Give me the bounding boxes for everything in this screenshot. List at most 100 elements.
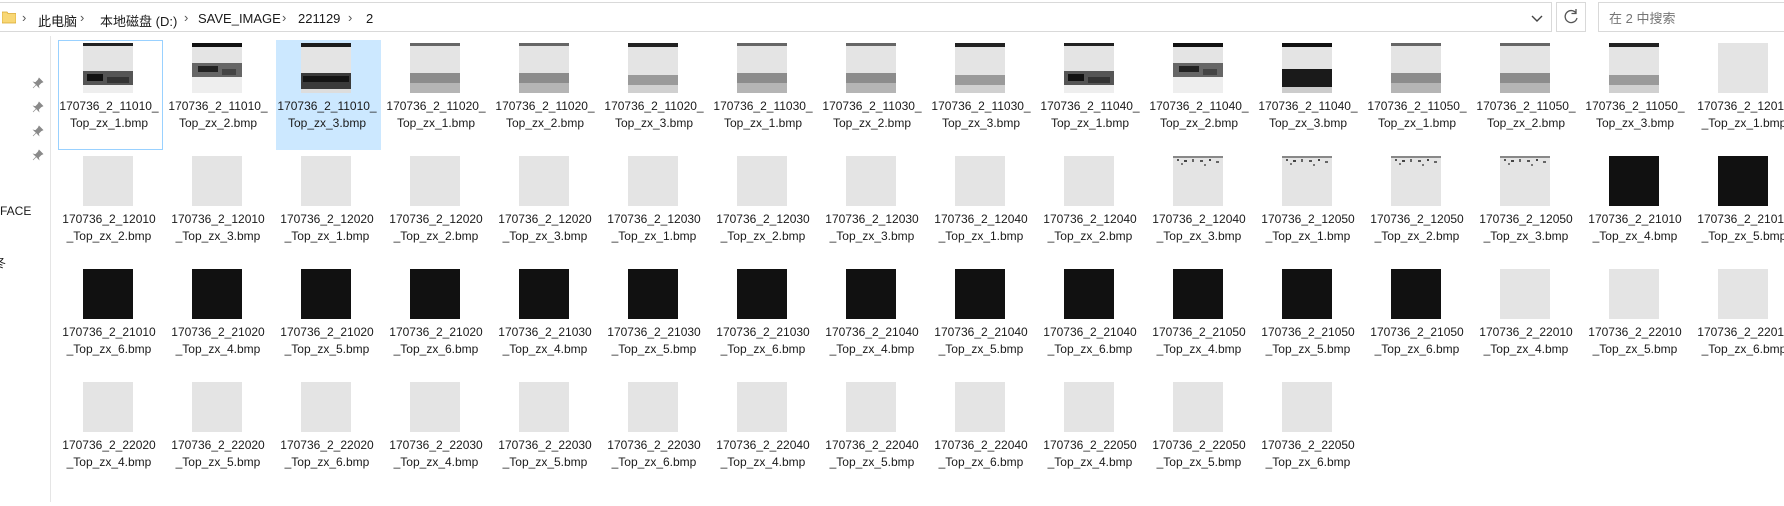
- pin-icon: [32, 100, 44, 113]
- file-item[interactable]: 170736_2_12050_Top_zx_3.bmp: [1475, 153, 1580, 263]
- file-item[interactable]: 170736_2_12040_Top_zx_3.bmp: [1148, 153, 1253, 263]
- file-name: 170736_2_22040_Top_zx_4.bmp: [716, 438, 810, 469]
- file-item[interactable]: 170736_2_22020_Top_zx_4.bmp: [58, 379, 163, 489]
- breadcrumb-separator-icon[interactable]: ›: [80, 10, 84, 25]
- file-item[interactable]: 170736_2_12040_Top_zx_1.bmp: [930, 153, 1035, 263]
- file-item[interactable]: 170736_2_12030_Top_zx_3.bmp: [821, 153, 926, 263]
- breadcrumb-current-folder[interactable]: 2: [366, 11, 373, 26]
- file-item[interactable]: 170736_2_21040_Top_zx_5.bmp: [930, 266, 1035, 376]
- file-thumbnail: [1173, 156, 1223, 206]
- pane-divider[interactable]: [50, 36, 51, 502]
- file-item[interactable]: 170736_2_21050_Top_zx_5.bmp: [1257, 266, 1362, 376]
- file-item[interactable]: 170736_2_21040_Top_zx_6.bmp: [1039, 266, 1144, 376]
- file-item[interactable]: 170736_2_11010_Top_zx_1.bmp: [58, 40, 163, 150]
- file-item[interactable]: 170736_2_11020_Top_zx_3.bmp: [603, 40, 708, 150]
- refresh-button[interactable]: [1556, 2, 1586, 32]
- file-thumbnail: [737, 382, 787, 432]
- file-thumbnail: [1609, 156, 1659, 206]
- file-name: 170736_2_11020_Top_zx_2.bmp: [495, 99, 595, 130]
- file-item[interactable]: 170736_2_11040_Top_zx_1.bmp: [1039, 40, 1144, 150]
- file-thumbnail: [737, 269, 787, 319]
- file-thumbnail: [1282, 382, 1332, 432]
- search-input[interactable]: [1607, 3, 1784, 33]
- file-name: 170736_2_11020_Top_zx_3.bmp: [604, 99, 704, 130]
- file-thumbnail: [192, 156, 242, 206]
- file-item[interactable]: 170736_2_22030_Top_zx_6.bmp: [603, 379, 708, 489]
- file-name: 170736_2_12020_Top_zx_2.bmp: [389, 212, 483, 243]
- file-item[interactable]: 170736_2_11040_Top_zx_3.bmp: [1257, 40, 1362, 150]
- file-item[interactable]: 170736_2_22020_Top_zx_6.bmp: [276, 379, 381, 489]
- file-item[interactable]: 170736_2_11030_Top_zx_1.bmp: [712, 40, 817, 150]
- navigation-pane: FACE 冬: [0, 36, 50, 502]
- file-item[interactable]: 170736_2_21020_Top_zx_4.bmp: [167, 266, 272, 376]
- chevron-down-icon[interactable]: [1528, 9, 1546, 27]
- file-item[interactable]: 170736_2_22030_Top_zx_4.bmp: [385, 379, 490, 489]
- breadcrumb-separator-icon[interactable]: ›: [22, 10, 26, 25]
- address-toolbar: › 此电脑 › 本地磁盘 (D:) › SAVE_IMAGE › 221129 …: [0, 0, 1784, 34]
- file-name: 170736_2_21010_Top_zx_5.bmp: [1697, 212, 1784, 243]
- file-item[interactable]: 170736_2_12020_Top_zx_3.bmp: [494, 153, 599, 263]
- file-thumbnail: [628, 43, 678, 93]
- address-bar[interactable]: › 此电脑 › 本地磁盘 (D:) › SAVE_IMAGE › 221129 …: [0, 2, 1552, 32]
- file-item[interactable]: 170736_2_12020_Top_zx_1.bmp: [276, 153, 381, 263]
- file-name: 170736_2_12050_Top_zx_2.bmp: [1370, 212, 1464, 243]
- file-item[interactable]: 170736_2_22050_Top_zx_4.bmp: [1039, 379, 1144, 489]
- file-item[interactable]: 170736_2_12010_Top_zx_2.bmp: [58, 153, 163, 263]
- file-item[interactable]: 170736_2_22010_Top_zx_4.bmp: [1475, 266, 1580, 376]
- file-item[interactable]: 170736_2_22010_Top_zx_6.bmp: [1693, 266, 1784, 376]
- file-item[interactable]: 170736_2_22050_Top_zx_6.bmp: [1257, 379, 1362, 489]
- breadcrumb-221129[interactable]: 221129: [298, 11, 340, 26]
- file-thumbnail: [1609, 43, 1659, 93]
- file-item[interactable]: 170736_2_22030_Top_zx_5.bmp: [494, 379, 599, 489]
- file-item[interactable]: 170736_2_11020_Top_zx_2.bmp: [494, 40, 599, 150]
- file-item[interactable]: 170736_2_12010_Top_zx_3.bmp: [167, 153, 272, 263]
- nav-item-label[interactable]: 冬: [0, 254, 6, 271]
- file-item[interactable]: 170736_2_21010_Top_zx_6.bmp: [58, 266, 163, 376]
- file-item[interactable]: 170736_2_21050_Top_zx_6.bmp: [1366, 266, 1471, 376]
- file-item[interactable]: 170736_2_22050_Top_zx_5.bmp: [1148, 379, 1253, 489]
- file-item[interactable]: 170736_2_12030_Top_zx_1.bmp: [603, 153, 708, 263]
- file-item[interactable]: 170736_2_12010_Top_zx_1.bmp: [1693, 40, 1784, 150]
- file-item[interactable]: 170736_2_21030_Top_zx_6.bmp: [712, 266, 817, 376]
- file-item[interactable]: 170736_2_22040_Top_zx_4.bmp: [712, 379, 817, 489]
- file-item[interactable]: 170736_2_12050_Top_zx_1.bmp: [1257, 153, 1362, 263]
- file-item[interactable]: 170736_2_21010_Top_zx_4.bmp: [1584, 153, 1689, 263]
- file-thumbnail: [1173, 43, 1223, 93]
- breadcrumb-save-image[interactable]: SAVE_IMAGE: [198, 11, 281, 26]
- file-item[interactable]: 170736_2_21020_Top_zx_6.bmp: [385, 266, 490, 376]
- file-item[interactable]: 170736_2_11030_Top_zx_2.bmp: [821, 40, 926, 150]
- file-item[interactable]: 170736_2_21040_Top_zx_4.bmp: [821, 266, 926, 376]
- file-item[interactable]: 170736_2_22020_Top_zx_5.bmp: [167, 379, 272, 489]
- file-item[interactable]: 170736_2_11040_Top_zx_2.bmp: [1148, 40, 1253, 150]
- search-box[interactable]: [1598, 2, 1784, 33]
- file-item[interactable]: 170736_2_21030_Top_zx_4.bmp: [494, 266, 599, 376]
- file-item[interactable]: 170736_2_11050_Top_zx_3.bmp: [1584, 40, 1689, 150]
- file-item[interactable]: 170736_2_22010_Top_zx_5.bmp: [1584, 266, 1689, 376]
- file-item[interactable]: 170736_2_21010_Top_zx_5.bmp: [1693, 153, 1784, 263]
- nav-item-label[interactable]: FACE: [0, 204, 31, 218]
- file-item[interactable]: 170736_2_22040_Top_zx_6.bmp: [930, 379, 1035, 489]
- file-thumbnail: [1064, 269, 1114, 319]
- file-thumbnail: [192, 43, 242, 93]
- file-item[interactable]: 170736_2_12020_Top_zx_2.bmp: [385, 153, 490, 263]
- file-item[interactable]: 170736_2_21020_Top_zx_5.bmp: [276, 266, 381, 376]
- file-item[interactable]: 170736_2_11030_Top_zx_3.bmp: [930, 40, 1035, 150]
- file-item[interactable]: 170736_2_11010_Top_zx_2.bmp: [167, 40, 272, 150]
- breadcrumb-separator-icon[interactable]: ›: [282, 10, 286, 25]
- breadcrumb-drive-d[interactable]: 本地磁盘 (D:): [100, 11, 177, 30]
- file-thumbnail: [410, 382, 460, 432]
- breadcrumb-separator-icon[interactable]: ›: [184, 10, 188, 25]
- file-item[interactable]: 170736_2_22040_Top_zx_5.bmp: [821, 379, 926, 489]
- file-item[interactable]: 170736_2_21030_Top_zx_5.bmp: [603, 266, 708, 376]
- breadcrumb-this-pc[interactable]: 此电脑: [38, 11, 77, 30]
- file-item[interactable]: 170736_2_11050_Top_zx_1.bmp: [1366, 40, 1471, 150]
- file-item[interactable]: 170736_2_12030_Top_zx_2.bmp: [712, 153, 817, 263]
- file-item[interactable]: 170736_2_11050_Top_zx_2.bmp: [1475, 40, 1580, 150]
- file-item[interactable]: 170736_2_11010_Top_zx_3.bmp: [276, 40, 381, 150]
- file-name: 170736_2_11010_Top_zx_2.bmp: [168, 99, 268, 130]
- file-item[interactable]: 170736_2_12040_Top_zx_2.bmp: [1039, 153, 1144, 263]
- file-item[interactable]: 170736_2_12050_Top_zx_2.bmp: [1366, 153, 1471, 263]
- breadcrumb-separator-icon[interactable]: ›: [348, 10, 352, 25]
- file-item[interactable]: 170736_2_11020_Top_zx_1.bmp: [385, 40, 490, 150]
- file-item[interactable]: 170736_2_21050_Top_zx_4.bmp: [1148, 266, 1253, 376]
